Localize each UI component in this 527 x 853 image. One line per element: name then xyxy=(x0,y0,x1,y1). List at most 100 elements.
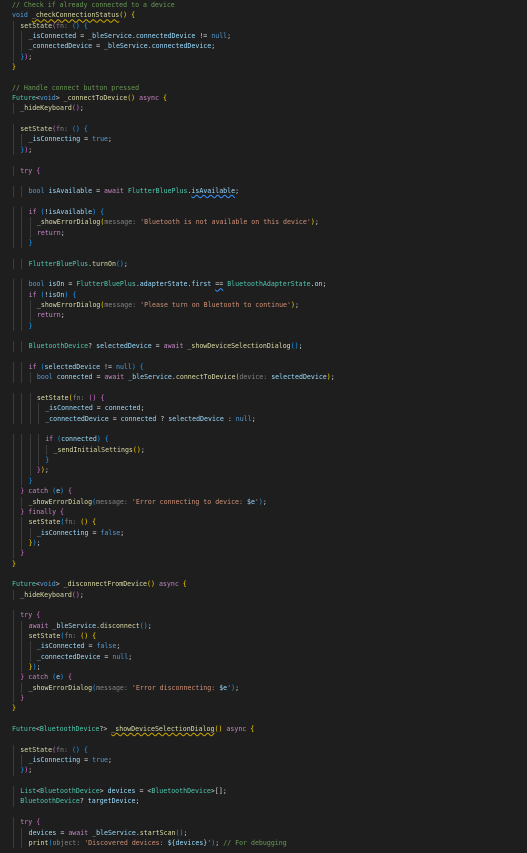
code-line[interactable]: try { xyxy=(0,165,527,176)
code-line[interactable]: FlutterBluePlus.turnOn(); xyxy=(0,258,527,269)
code-line[interactable]: _showErrorDialog(message: 'Error connect… xyxy=(0,496,527,507)
code-line[interactable]: _isConnecting = false; xyxy=(0,527,527,538)
code-line[interactable]: }); xyxy=(0,51,527,63)
code-line[interactable]: Future<void> _disconnectFromDevice() asy… xyxy=(0,579,527,589)
code-line[interactable]: _showErrorDialog(message: 'Error disconn… xyxy=(0,682,527,694)
code-line[interactable]: setState(fn: () { xyxy=(0,630,527,642)
code-token: ; xyxy=(60,228,65,237)
code-line[interactable]: try { xyxy=(0,610,527,621)
code-line[interactable]: } catch (e) { xyxy=(0,486,527,497)
indent-guide xyxy=(13,393,14,404)
code-line[interactable]: setState(fn: () { xyxy=(0,124,527,135)
code-token: targetDevice xyxy=(87,797,136,806)
code-line[interactable] xyxy=(0,352,527,362)
code-line[interactable] xyxy=(0,383,527,393)
code-token: ; xyxy=(36,538,41,547)
code-line[interactable]: _isConnecting = true; xyxy=(0,134,527,145)
code-line[interactable]: } xyxy=(0,548,527,559)
code-line[interactable]: if (!isOn) { xyxy=(0,289,527,300)
code-line[interactable] xyxy=(0,734,527,744)
code-line[interactable]: }); xyxy=(0,537,527,549)
code-line[interactable]: return; xyxy=(0,310,527,321)
code-line[interactable]: } xyxy=(0,320,527,331)
code-line[interactable]: void _checkConnectionStatus() { xyxy=(0,10,527,20)
code-line[interactable] xyxy=(0,269,527,279)
code-line[interactable]: } finally { xyxy=(0,506,527,518)
code-line[interactable]: List<BluetoothDevice> devices = <Bluetoo… xyxy=(0,786,527,797)
code-line[interactable] xyxy=(0,197,527,207)
code-line[interactable]: BluetoothDevice? targetDevice; xyxy=(0,796,527,807)
code-token: ; xyxy=(140,404,145,413)
code-line[interactable]: if (selectedDevice != null) { xyxy=(0,362,527,373)
code-token: FlutterBluePlus xyxy=(127,187,188,196)
code-token: ; xyxy=(44,466,49,475)
code-line[interactable]: if (!isAvailable) { xyxy=(0,206,527,218)
code-token: object: xyxy=(52,838,85,847)
code-line[interactable] xyxy=(0,176,527,186)
code-line[interactable]: }); xyxy=(0,662,527,673)
code-line[interactable]: _sendInitialSettings(); xyxy=(0,444,527,456)
code-token: // For debugging xyxy=(223,838,287,847)
code-line[interactable]: if (connected) { xyxy=(0,434,527,445)
code-line[interactable] xyxy=(0,155,527,165)
code-line[interactable]: try { xyxy=(0,817,527,828)
code-line[interactable]: setState(fn: () { xyxy=(0,393,527,404)
code-line[interactable]: print(object: 'Discovered devices: ${dev… xyxy=(0,837,527,849)
code-line[interactable]: // Check if already connected to a devic… xyxy=(0,0,527,10)
code-token: setState xyxy=(20,21,53,30)
code-line[interactable]: setState(fn: () { xyxy=(0,20,527,32)
code-line[interactable] xyxy=(0,424,527,434)
code-line[interactable]: } xyxy=(0,62,527,72)
code-line[interactable]: _connectedDevice = _bleService.connected… xyxy=(0,41,527,52)
code-line[interactable]: } xyxy=(0,475,527,487)
code-line[interactable]: bool connected = await _bleService.conne… xyxy=(0,372,527,383)
code-line[interactable]: devices = await _bleService.startScan(); xyxy=(0,827,527,838)
code-line[interactable] xyxy=(0,248,527,258)
indent-guide xyxy=(13,496,14,507)
indent-guide xyxy=(29,372,31,383)
code-line[interactable]: _isConnected = _bleService.connectedDevi… xyxy=(0,31,527,42)
code-line[interactable]: await _bleService.disconnect(); xyxy=(0,620,527,631)
code-line[interactable]: } xyxy=(0,559,527,569)
code-line[interactable]: bool isOn = FlutterBluePlus.adapterState… xyxy=(0,279,527,290)
code-line[interactable]: }); xyxy=(0,465,527,476)
code-line[interactable] xyxy=(0,776,527,786)
code-line[interactable]: _hideKeyboard(); xyxy=(0,103,527,114)
code-line[interactable]: _isConnecting = true; xyxy=(0,755,527,766)
code-line[interactable] xyxy=(0,600,527,610)
code-line[interactable]: _showErrorDialog(message: 'Please turn o… xyxy=(0,299,527,311)
code-editor[interactable]: // Check if already connected to a devic… xyxy=(0,0,527,853)
code-line[interactable]: Future<BluetoothDevice?> _showDeviceSele… xyxy=(0,724,527,734)
code-line[interactable]: bool isAvailable = await FlutterBluePlus… xyxy=(0,186,527,197)
code-line[interactable]: _isConnected = false; xyxy=(0,641,527,652)
code-line[interactable]: } catch (e) { xyxy=(0,672,527,683)
code-line[interactable]: }); xyxy=(0,765,527,776)
indent-guide xyxy=(13,517,14,528)
code-line[interactable] xyxy=(0,569,527,579)
code-line[interactable]: } xyxy=(0,237,527,249)
code-line[interactable]: _connectedDevice = null; xyxy=(0,651,527,662)
code-line[interactable]: return; xyxy=(0,227,527,238)
code-line[interactable] xyxy=(0,331,527,341)
code-line[interactable]: setState(fn: () { xyxy=(0,744,527,756)
code-line[interactable]: } xyxy=(0,693,527,704)
code-line[interactable]: } xyxy=(0,703,527,713)
code-line[interactable]: _isConnected = connected; xyxy=(0,403,527,414)
code-line[interactable]: // Handle connect button pressed xyxy=(0,83,527,93)
code-line[interactable]: }); xyxy=(0,144,527,156)
code-line[interactable] xyxy=(0,72,527,82)
code-line[interactable] xyxy=(0,714,527,724)
code-token: _hideKeyboard xyxy=(20,590,72,599)
code-line[interactable]: _hideKeyboard(); xyxy=(0,589,527,600)
code-line[interactable] xyxy=(0,807,527,817)
code-line[interactable]: setState(fn: () { xyxy=(0,517,527,528)
code-line[interactable]: BluetoothDevice? selectedDevice = await … xyxy=(0,341,527,352)
code-line[interactable] xyxy=(0,114,527,124)
code-token: = xyxy=(64,280,77,289)
indent-guide xyxy=(21,279,23,290)
code-token: ; xyxy=(28,52,33,61)
code-line[interactable]: _connectedDevice = connected ? selectedD… xyxy=(0,413,527,425)
code-line[interactable]: _showErrorDialog(message: 'Bluetooth is … xyxy=(0,217,527,228)
code-line[interactable]: } xyxy=(0,455,527,466)
code-line[interactable]: Future<void> _connectToDevice() async { xyxy=(0,93,527,103)
